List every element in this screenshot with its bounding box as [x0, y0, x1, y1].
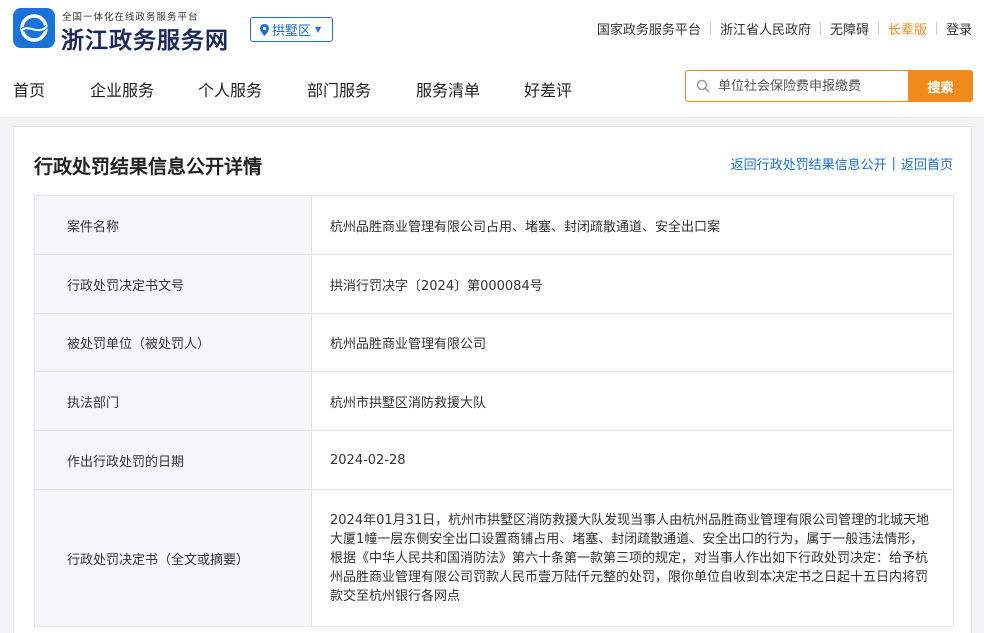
row-value: 2024年01月31日，杭州市拱墅区消防救援大队发现当事人由杭州品胜商业管理有限… [330, 512, 930, 604]
site-logo-icon[interactable] [13, 8, 55, 48]
table-row: 行政处罚决定书文号 拱消行罚决字〔2024〕第000084号 [35, 255, 953, 314]
link-elder-mode[interactable]: 长辈版 [888, 19, 927, 38]
detail-table: 案件名称 杭州品胜商业管理有限公司占用、堵塞、封闭疏散通道、安全出口案 行政处罚… [34, 195, 954, 627]
top-links: 国家政务服务平台 浙江省人民政府 无障碍 长辈版 登录 [597, 19, 972, 38]
row-value: 拱消行罚决字〔2024〕第000084号 [330, 278, 543, 294]
nav-item-rating[interactable]: 好差评 [524, 77, 572, 101]
back-to-list-link[interactable]: 返回行政处罚结果信息公开 [731, 154, 887, 173]
row-value: 杭州品胜商业管理有限公司占用、堵塞、封闭疏散通道、安全出口案 [330, 219, 721, 235]
search-box [685, 70, 910, 102]
row-label: 行政处罚决定书文号 [35, 255, 312, 313]
table-row: 案件名称 杭州品胜商业管理有限公司占用、堵塞、封闭疏散通道、安全出口案 [35, 196, 953, 255]
back-links: 返回行政处罚结果信息公开 | 返回首页 [731, 154, 953, 173]
link-provincial-government[interactable]: 浙江省人民政府 [720, 19, 811, 38]
row-value: 2024-02-28 [330, 452, 406, 468]
divider [935, 22, 937, 35]
back-to-home-link[interactable]: 返回首页 [901, 154, 953, 173]
row-label: 被处罚单位（被处罚人） [35, 314, 312, 371]
nav-item-enterprise[interactable]: 企业服务 [90, 77, 154, 101]
table-row: 被处罚单位（被处罚人） 杭州品胜商业管理有限公司 [35, 314, 953, 372]
site-header: 全国一体化在线政务服务平台 浙江政务服务网 拱墅区 ▼ 国家政务服务平台 浙江省… [0, 0, 984, 58]
table-row: 行政处罚决定书（全文或摘要） 2024年01月31日，杭州市拱墅区消防救援大队发… [35, 490, 953, 626]
region-selector[interactable]: 拱墅区 ▼ [250, 17, 333, 42]
row-label: 执法部门 [35, 372, 312, 430]
row-value: 杭州市拱墅区消防救援大队 [330, 395, 487, 411]
divider [819, 22, 821, 35]
row-value: 杭州品胜商业管理有限公司 [330, 337, 487, 352]
link-national-platform[interactable]: 国家政务服务平台 [597, 19, 701, 38]
caret-down-icon: ▼ [315, 25, 322, 34]
row-label: 案件名称 [35, 196, 312, 254]
page-title: 行政处罚结果信息公开详情 [34, 156, 263, 178]
divider [709, 22, 711, 35]
link-accessibility[interactable]: 无障碍 [830, 19, 869, 38]
location-pin-icon [260, 23, 269, 36]
nav-item-department[interactable]: 部门服务 [307, 77, 371, 101]
login-link[interactable]: 登录 [946, 19, 972, 38]
search-input[interactable] [718, 78, 898, 94]
row-label: 行政处罚决定书（全文或摘要） [35, 490, 312, 626]
nav-item-personal[interactable]: 个人服务 [198, 77, 262, 101]
table-row: 执法部门 杭州市拱墅区消防救援大队 [35, 372, 953, 431]
nav-item-home[interactable]: 首页 [13, 77, 45, 101]
divider [877, 22, 879, 35]
region-label: 拱墅区 [272, 24, 312, 39]
detail-panel: 行政处罚结果信息公开详情 返回行政处罚结果信息公开 | 返回首页 案件名称 杭州… [13, 126, 972, 633]
table-row: 作出行政处罚的日期 2024-02-28 [35, 431, 953, 490]
search-icon [696, 79, 710, 93]
site-title[interactable]: 浙江政务服务网 [61, 21, 229, 55]
search-button[interactable]: 搜索 [908, 70, 973, 102]
row-label: 作出行政处罚的日期 [35, 431, 312, 489]
divider: | [891, 156, 896, 171]
nav-item-service-list[interactable]: 服务清单 [416, 77, 480, 101]
